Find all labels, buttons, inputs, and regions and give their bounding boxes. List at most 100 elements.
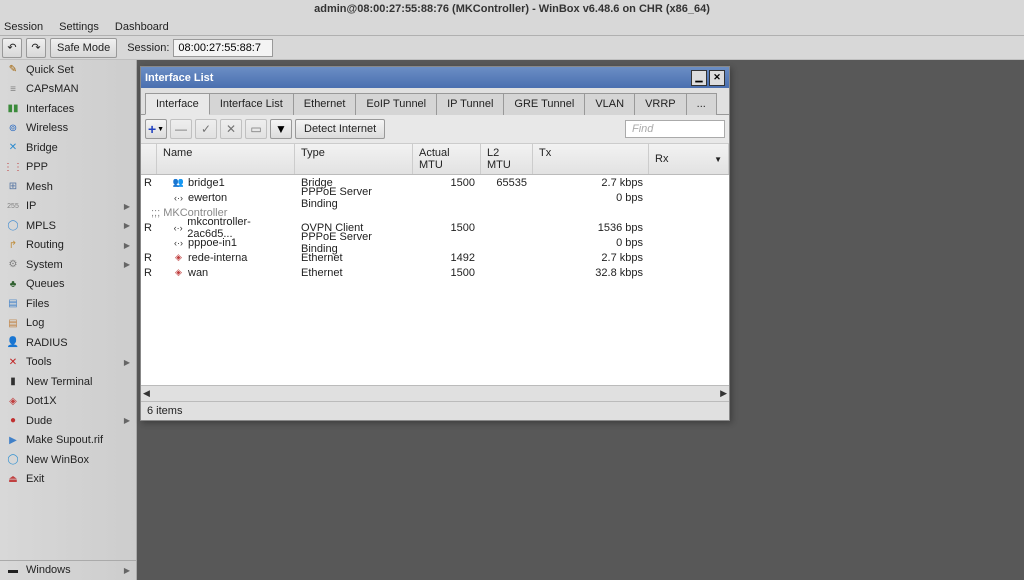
minimize-button[interactable]: ▁	[691, 70, 707, 86]
interface-type-icon: ‹·›	[173, 237, 184, 248]
menu-dashboard[interactable]: Dashboard	[115, 21, 169, 33]
sidebar-item-label: Mesh	[26, 181, 130, 193]
sidebar-item-newterminal[interactable]: ▮New Terminal	[0, 372, 136, 392]
sidebar-windows[interactable]: ▬ Windows ▶	[0, 561, 136, 580]
interface-type-icon: ‹·›	[173, 192, 184, 203]
sidebar-item-label: Log	[26, 317, 130, 329]
safemode-button[interactable]: Safe Mode	[50, 38, 117, 58]
sidebar-item-dude[interactable]: ●Dude▶	[0, 411, 136, 431]
tab-interface[interactable]: Interface	[145, 93, 210, 115]
chevron-icon: ▶	[124, 202, 130, 211]
sidebar-item-queues[interactable]: ♣Queues	[0, 275, 136, 295]
col-l2-mtu[interactable]: L2 MTU	[481, 144, 533, 174]
makesupout.rif-icon: ▶	[6, 433, 20, 447]
sidebar-item-label: MPLS	[26, 220, 118, 232]
tabbar: InterfaceInterface ListEthernetEoIP Tunn…	[141, 88, 729, 115]
sidebar-item-label: IP	[26, 200, 118, 212]
table-row[interactable]: R‹·›mkcontroller-2ac6d5...OVPN Client150…	[141, 220, 729, 235]
sidebar-item-mesh[interactable]: ⊞Mesh	[0, 177, 136, 197]
status-itemcount: 6 items	[141, 401, 729, 420]
sidebar-item-quickset[interactable]: ✎Quick Set	[0, 60, 136, 80]
sidebar-item-system[interactable]: ⚙System▶	[0, 255, 136, 275]
menu-session[interactable]: Session	[4, 21, 43, 33]
sidebar-item-files[interactable]: ▤Files	[0, 294, 136, 314]
sidebar-item-routing[interactable]: ↱Routing▶	[0, 236, 136, 256]
table-row[interactable]: R◈rede-internaEthernet14922.7 kbps	[141, 250, 729, 265]
tab-vlan[interactable]: VLAN	[584, 93, 635, 115]
scroll-left-icon[interactable]: ◀	[143, 388, 150, 399]
tab-vrrp[interactable]: VRRP	[634, 93, 687, 115]
sidebar-item-wireless[interactable]: ⊚Wireless	[0, 119, 136, 139]
detect-internet-button[interactable]: Detect Internet	[295, 119, 385, 139]
queues-icon: ♣	[6, 277, 20, 291]
chevron-icon: ▶	[124, 241, 130, 250]
disable-button[interactable]: ✕	[220, 119, 242, 139]
scroll-right-icon[interactable]: ▶	[720, 388, 727, 399]
table-row[interactable]: ‹·›pppoe-in1PPPoE Server Binding0 bps	[141, 235, 729, 250]
sidebar-item-capsman[interactable]: ≡CAPsMAN	[0, 80, 136, 100]
sidebar-item-makesupout.rif[interactable]: ▶ Make Supout.rif	[0, 431, 136, 451]
comment-button[interactable]: ▭	[245, 119, 267, 139]
interfaces-icon: ▮▮	[6, 102, 20, 116]
enable-button[interactable]: ✓	[195, 119, 217, 139]
tab-interface-list[interactable]: Interface List	[209, 93, 294, 115]
routing-icon: ↱	[6, 238, 20, 252]
sidebar-item-newwinbox[interactable]: ◯New WinBox	[0, 450, 136, 470]
sidebar-item-exit[interactable]: ⏏Exit	[0, 470, 136, 490]
windows-icon: ▬	[6, 563, 20, 577]
sidebar-item-dot1x[interactable]: ◈Dot1X	[0, 392, 136, 412]
interface-list-window: Interface List ▁ ✕ InterfaceInterface Li…	[140, 66, 730, 421]
sidebar-item-label: Interfaces	[26, 103, 130, 115]
sidebar-item-interfaces[interactable]: ▮▮ Interfaces	[0, 99, 136, 119]
newwinbox-icon: ◯	[6, 453, 20, 467]
table-row[interactable]: R◈wanEthernet150032.8 kbps	[141, 265, 729, 280]
horizontal-scrollbar[interactable]: ◀ ▶	[141, 385, 729, 401]
sidebar-item-label: Files	[26, 298, 130, 310]
col-actual-mtu[interactable]: Actual MTU	[413, 144, 481, 174]
tab-ethernet[interactable]: Ethernet	[293, 93, 357, 115]
sidebar-item-label: Make Supout.rif	[26, 434, 130, 446]
sidebar-item-ip[interactable]: 255IP▶	[0, 197, 136, 217]
close-button[interactable]: ✕	[709, 70, 725, 86]
filter-button[interactable]: ▼	[270, 119, 292, 139]
window-title: admin@08:00:27:55:88:76 (MKController) -…	[0, 0, 1024, 18]
session-field[interactable]: 08:00:27:55:88:7	[173, 39, 273, 57]
sidebar-item-label: New Terminal	[26, 376, 130, 388]
col-type[interactable]: Type	[295, 144, 413, 174]
sidebar-item-bridge[interactable]: ✕Bridge	[0, 138, 136, 158]
redo-button[interactable]: ↷	[26, 38, 46, 58]
table-row[interactable]: ‹·›ewertonPPPoE Server Binding0 bps	[141, 190, 729, 205]
table-row[interactable]: R👥bridge1Bridge1500655352.7 kbps	[141, 175, 729, 190]
tab-ip-tunnel[interactable]: IP Tunnel	[436, 93, 504, 115]
find-input[interactable]: Find	[625, 120, 725, 138]
col-name[interactable]: Name	[157, 144, 295, 174]
sidebar-item-log[interactable]: ▤ Log	[0, 314, 136, 334]
ppp-icon: ⋮⋮	[6, 160, 20, 174]
undo-button[interactable]: ↶	[2, 38, 22, 58]
chevron-icon: ▶	[124, 260, 130, 269]
wireless-icon: ⊚	[6, 121, 20, 135]
tab--[interactable]: ...	[686, 93, 717, 115]
interface-type-icon: 👥	[173, 177, 184, 188]
tab-eoip-tunnel[interactable]: EoIP Tunnel	[355, 93, 437, 115]
add-button[interactable]: +▼	[145, 119, 167, 139]
columns-dropdown-icon[interactable]: ▼	[714, 155, 722, 164]
sidebar-item-label: Tools	[26, 356, 118, 368]
table-header[interactable]: Name Type Actual MTU L2 MTU Tx Rx▼	[141, 144, 729, 175]
sidebar-item-ppp[interactable]: ⋮⋮PPP	[0, 158, 136, 178]
menu-settings[interactable]: Settings	[59, 21, 99, 33]
log-icon: ▤	[6, 316, 20, 330]
sidebar-item-tools[interactable]: ✕Tools▶	[0, 353, 136, 373]
interface-type-icon: ◈	[173, 252, 184, 263]
remove-button[interactable]: —	[170, 119, 192, 139]
capsman-icon: ≡	[6, 82, 20, 96]
col-tx[interactable]: Tx	[533, 144, 649, 174]
sidebar-item-label: Dude	[26, 415, 118, 427]
sidebar-item-mpls[interactable]: ◯MPLS▶	[0, 216, 136, 236]
tab-gre-tunnel[interactable]: GRE Tunnel	[503, 93, 585, 115]
sidebar-item-radius[interactable]: 👤RADIUS	[0, 333, 136, 353]
interface-type-icon: ◈	[173, 267, 184, 278]
subwindow-titlebar[interactable]: Interface List ▁ ✕	[141, 67, 729, 88]
chevron-icon: ▶	[124, 566, 130, 575]
col-rx[interactable]: Rx▼	[649, 144, 729, 174]
